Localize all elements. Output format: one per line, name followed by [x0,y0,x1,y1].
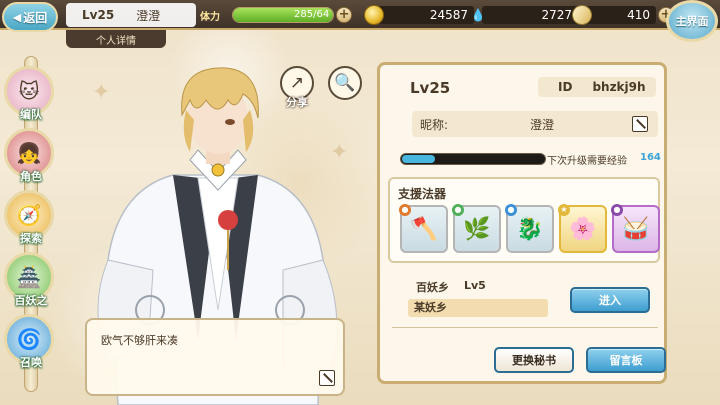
drop-currency: 💧 2727 [468,4,578,26]
support-item-axe[interactable]: ● 🪓 [399,204,448,253]
message-board-button[interactable]: 留言板 [586,347,666,373]
stamina-bar: 体力 285/64 + [200,4,352,26]
change-secretary-button[interactable]: 更换秘书 [494,347,574,373]
support-item-vine[interactable]: ● 🌿 [452,204,501,253]
search-button[interactable]: 🔍 [328,66,362,100]
id-value: bhzkj9h [592,80,646,94]
water-drop-icon: 💧 [470,8,486,22]
player-info: Lv25 澄澄 [66,3,196,27]
support-title: 支援法器 [398,187,447,201]
support-item-drum[interactable]: ● 🥁 [611,204,660,253]
village-subtitle: 某妖乡 [408,299,548,317]
sidebar-item-character[interactable]: 👧 角色 [4,128,58,183]
profile-panel: Lv25 ID bhzkj9h 昵称: 澄澄 下次升级需要经验 164 支援法器… [377,62,667,384]
stamina-track: 285/64 [231,7,335,23]
enter-village-button[interactable]: 进入 [570,287,650,313]
drop-value: 2727 [482,6,578,24]
main-screen-button[interactable]: 主界面 [666,0,718,42]
exp-value: 164 [640,152,661,163]
profile-level: Lv25 [410,79,451,97]
vine-icon: 🌿 [463,216,491,242]
id-box: ID bhzkj9h [538,77,656,97]
drum-icon: 🥁 [622,216,650,242]
message-board-label: 留言板 [609,354,643,367]
sidebar-item-summon[interactable]: 🌀 召唤 [4,314,58,369]
signature-box: 欧气不够肝来凑 [85,318,345,396]
stamina-value: 285/64 [294,9,330,20]
element-badge-icon: ● [452,204,464,216]
dragon-icon: 🐉 [516,216,544,242]
stamina-plus-button[interactable]: + [336,7,352,23]
player-name: 澄澄 [136,8,161,23]
village-level: Lv5 [464,279,486,292]
sidebar-item-demon-village[interactable]: 🏯 百妖之 [4,252,58,307]
sidebar-item-label: 探索 [20,232,42,245]
element-badge-icon: ● [611,204,623,216]
back-arrow-icon: ◀ [12,10,22,24]
coin-value: 24587 [378,6,474,24]
main-screen-label: 主界面 [675,15,709,28]
support-item-wreath[interactable]: ★ 🌸 [558,204,607,253]
card-value: 410 [586,6,656,24]
tab-personal-details[interactable]: 个人详情 [66,30,166,48]
nickname-row: 昵称: 澄澄 [412,111,658,137]
exp-label: 下次升级需要经验 [547,156,627,167]
left-sidebar: 🐱 编队 👧 角色 🧭 探索 🏯 百妖之 🌀 召唤 [0,56,62,396]
coin-currency: 24587 [364,4,474,26]
sidebar-item-explore[interactable]: 🧭 探索 [4,190,58,245]
sidebar-item-label: 召唤 [20,356,42,369]
axe-icon: 🪓 [410,216,438,242]
coin-icon [364,5,384,25]
back-label: 返回 [23,10,48,25]
share-label: 分享 [286,96,308,109]
player-level: Lv25 [82,8,115,22]
sidebar-item-label: 百妖之 [14,294,48,307]
nickname-label: 昵称: [420,117,449,132]
sidebar-item-team[interactable]: 🐱 编队 [4,66,58,121]
element-badge-icon: ● [505,204,517,216]
nickname-value: 澄澄 [530,117,555,132]
stamina-label: 体力 [200,11,220,23]
village-name: 百妖乡 [416,281,449,294]
wreath-icon: 🌸 [569,216,597,242]
top-bar: ◀ 返回 Lv25 澄澄 体力 285/64 + 24587 💧 2727 41… [0,0,720,42]
enter-label: 进入 [599,294,621,307]
element-badge-icon: ★ [558,204,570,216]
exp-bar [400,153,546,165]
detail-tab-label: 个人详情 [96,35,136,47]
signature-text: 欧气不够肝来凑 [101,334,178,347]
support-item-dragon[interactable]: ● 🐉 [505,204,554,253]
sidebar-item-label: 角色 [20,170,42,183]
sidebar-item-label: 编队 [20,108,42,121]
back-button[interactable]: ◀ 返回 [2,2,58,32]
support-artifacts-box: 支援法器 ● 🪓 ● 🌿 ● 🐉 ★ 🌸 ● 🥁 [388,177,660,263]
id-label: ID [558,80,573,94]
exp-fill [402,155,436,163]
change-secretary-label: 更换秘书 [512,354,556,367]
edit-nickname-icon[interactable] [632,116,648,132]
card-currency: 410 + [569,2,674,28]
share-icon: ↗ [289,73,305,93]
search-icon: 🔍 [334,73,356,93]
divider [392,327,658,328]
edit-signature-icon[interactable] [319,370,335,386]
element-badge-icon: ● [399,204,411,216]
